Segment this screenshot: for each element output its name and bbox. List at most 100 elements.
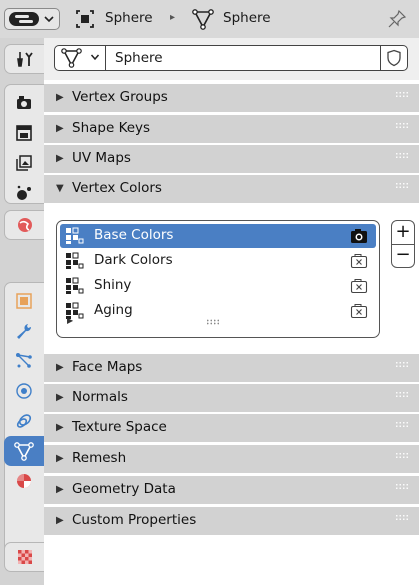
- tab-scene[interactable]: [4, 178, 44, 208]
- tab-render[interactable]: [4, 88, 44, 118]
- pin-icon[interactable]: [387, 9, 407, 29]
- panel-geometry-data[interactable]: ▶ Geometry Data: [44, 476, 419, 504]
- panel-custom-properties[interactable]: ▶ Custom Properties: [44, 507, 419, 535]
- list-item-name: Aging: [94, 302, 133, 318]
- list-filter-toggle-icon[interactable]: ▶: [67, 316, 73, 325]
- camera-disabled-icon[interactable]: [350, 253, 368, 269]
- list-resize-handle-icon[interactable]: [206, 319, 220, 325]
- properties-tab-bar: [0, 38, 44, 585]
- collapsed-triangle-icon: ▶: [56, 515, 64, 526]
- collapsed-triangle-icon: ▶: [56, 362, 64, 373]
- texture-icon: [17, 550, 32, 564]
- panel-shape-keys[interactable]: ▶ Shape Keys: [44, 115, 419, 143]
- vertex-color-icon: [66, 252, 84, 269]
- tab-particles[interactable]: [4, 346, 44, 376]
- editor-type-dropdown[interactable]: [4, 8, 60, 30]
- list-item[interactable]: Base Colors: [60, 224, 376, 248]
- panel-remesh[interactable]: ▶ Remesh: [44, 445, 419, 473]
- mesh-browse-dropdown[interactable]: [55, 46, 106, 70]
- list-add-remove-buttons: + −: [391, 220, 415, 268]
- drag-handle-icon[interactable]: [395, 452, 409, 460]
- panel-title: Texture Space: [72, 419, 167, 435]
- chevron-down-icon: [90, 54, 100, 61]
- panel-face-maps[interactable]: ▶ Face Maps: [44, 354, 419, 382]
- world-icon: [17, 218, 32, 232]
- mesh-datablock-selector[interactable]: Sphere: [54, 45, 408, 71]
- drag-handle-icon[interactable]: [395, 122, 409, 130]
- panel-title: Remesh: [72, 450, 127, 466]
- tab-constraints[interactable]: [4, 406, 44, 436]
- collapsed-triangle-icon: ▶: [56, 422, 64, 433]
- properties-header: Sphere ▸ Sphere: [0, 0, 419, 38]
- panel-title: Vertex Groups: [72, 89, 168, 105]
- drag-handle-icon[interactable]: [395, 91, 409, 99]
- tab-tool[interactable]: [4, 44, 44, 74]
- mesh-name-field[interactable]: Sphere: [115, 50, 163, 66]
- list-item[interactable]: Shiny: [60, 274, 376, 298]
- tab-physics[interactable]: [4, 376, 44, 406]
- panel-normals[interactable]: ▶ Normals: [44, 384, 419, 412]
- scene-icon: [17, 185, 31, 200]
- remove-vertex-color-button[interactable]: −: [392, 244, 414, 267]
- output-icon: [16, 125, 32, 141]
- tab-object[interactable]: [4, 286, 44, 316]
- object-icon: [16, 293, 32, 309]
- mesh-data-icon: [61, 48, 82, 68]
- panel-title: Geometry Data: [72, 481, 176, 497]
- tab-world[interactable]: [4, 210, 44, 240]
- mesh-datablock-row: Sphere: [44, 38, 419, 80]
- collapsed-triangle-icon: ▶: [56, 484, 64, 495]
- expanded-triangle-icon: ▼: [56, 183, 64, 194]
- list-item-name: Dark Colors: [94, 252, 173, 268]
- physics-icon: [16, 383, 32, 399]
- render-icon: [17, 96, 31, 109]
- panel-title: Face Maps: [72, 359, 143, 375]
- list-item-name: Base Colors: [94, 227, 174, 243]
- tab-view-layer[interactable]: [4, 148, 44, 178]
- panel-title: Custom Properties: [72, 512, 197, 528]
- tab-data[interactable]: [4, 436, 44, 466]
- panel-vertex-groups[interactable]: ▶ Vertex Groups: [44, 84, 419, 112]
- tab-texture[interactable]: [4, 542, 44, 572]
- tool-icon: [16, 52, 33, 67]
- vertex-color-list: Base Colors Dark Colors Shiny Aging ▶: [56, 220, 380, 338]
- panel-texture-space[interactable]: ▶ Texture Space: [44, 414, 419, 442]
- drag-handle-icon[interactable]: [395, 361, 409, 369]
- drag-handle-icon[interactable]: [395, 152, 409, 160]
- list-item-name: Shiny: [94, 277, 132, 293]
- fake-user-toggle[interactable]: [380, 46, 407, 70]
- panel-title: Shape Keys: [72, 120, 151, 136]
- camera-disabled-icon[interactable]: [350, 303, 368, 319]
- collapsed-triangle-icon: ▶: [56, 392, 64, 403]
- collapsed-triangle-icon: ▶: [56, 453, 64, 464]
- view-layer-icon: [16, 155, 32, 171]
- constraints-icon: [16, 414, 32, 428]
- vertex-color-icon: [66, 227, 84, 244]
- drag-handle-icon[interactable]: [395, 391, 409, 399]
- collapsed-triangle-icon: ▶: [56, 153, 64, 164]
- tab-output[interactable]: [4, 118, 44, 148]
- panel-title: UV Maps: [72, 150, 131, 166]
- wrench-icon: [17, 324, 32, 339]
- drag-handle-icon[interactable]: [395, 182, 409, 190]
- list-item[interactable]: Dark Colors: [60, 249, 376, 273]
- tab-modifiers[interactable]: [4, 316, 44, 346]
- panel-title: Normals: [72, 389, 128, 405]
- camera-icon[interactable]: [350, 228, 368, 244]
- mesh-data-icon: [14, 442, 34, 461]
- material-icon: [17, 474, 31, 488]
- tab-material[interactable]: [4, 466, 44, 496]
- camera-disabled-icon[interactable]: [350, 278, 368, 294]
- mesh-data-icon: [192, 9, 214, 30]
- breadcrumb-data-name: Sphere: [223, 10, 271, 26]
- drag-handle-icon[interactable]: [395, 514, 409, 522]
- breadcrumb-separator: ▸: [170, 12, 176, 23]
- drag-handle-icon[interactable]: [395, 421, 409, 429]
- collapsed-triangle-icon: ▶: [56, 92, 64, 103]
- breadcrumb-object-name: Sphere: [105, 10, 153, 26]
- panel-uv-maps[interactable]: ▶ UV Maps: [44, 145, 419, 173]
- shield-icon: [387, 49, 401, 67]
- panel-vertex-colors[interactable]: ▼ Vertex Colors: [44, 175, 419, 203]
- drag-handle-icon[interactable]: [395, 483, 409, 491]
- add-vertex-color-button[interactable]: +: [392, 221, 414, 245]
